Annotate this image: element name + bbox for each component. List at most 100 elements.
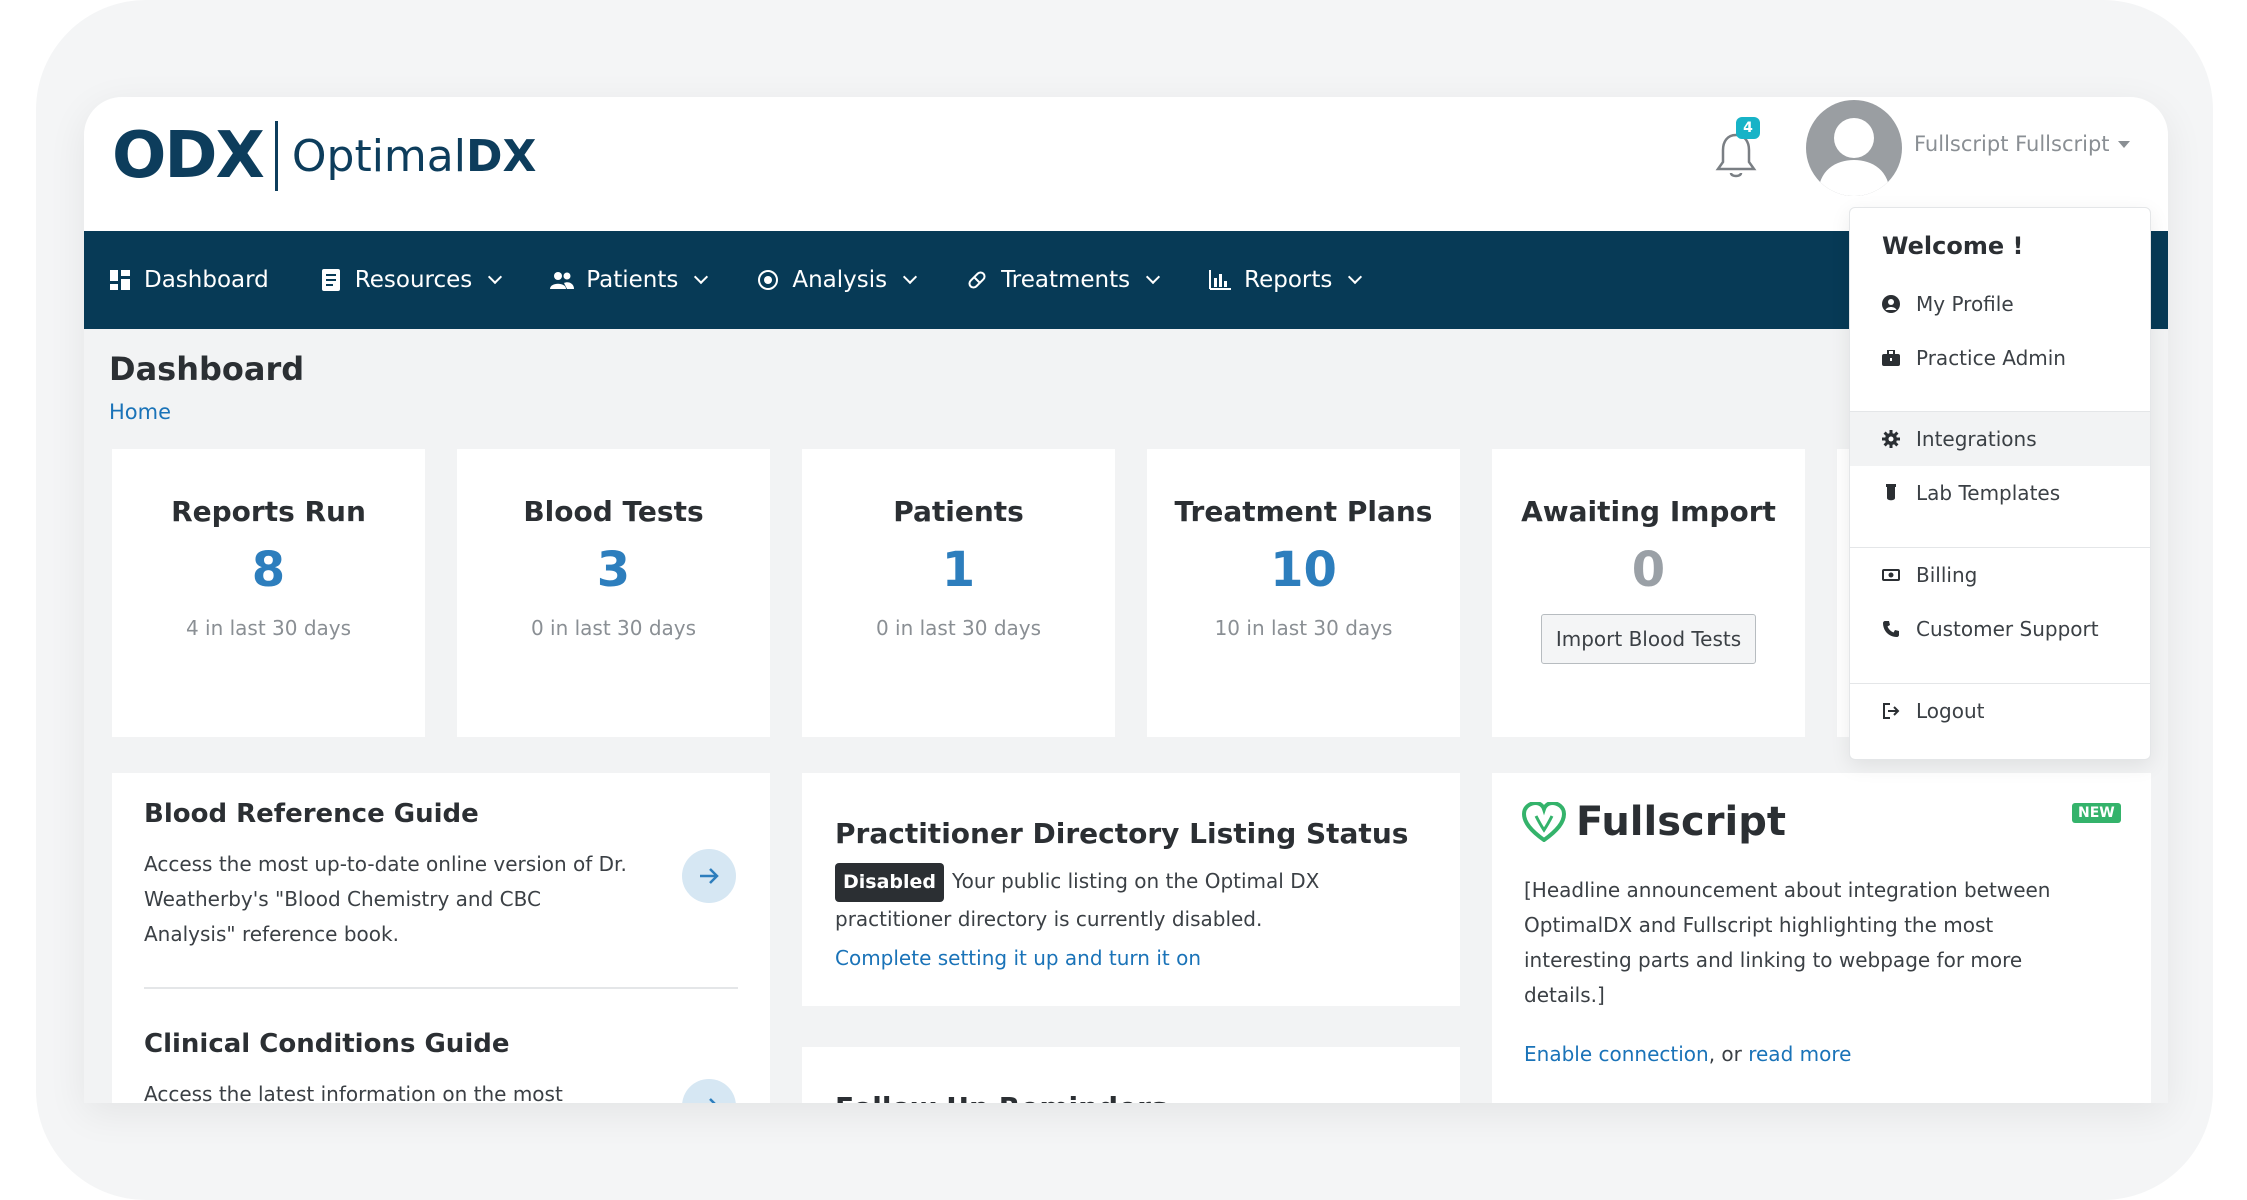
directory-title: Practitioner Directory Listing Status (835, 817, 1409, 850)
menu-item-label: Lab Templates (1916, 481, 2061, 505)
menu-item-label: Logout (1916, 699, 1985, 723)
user-menu-toggle[interactable]: Fullscript Fullscript (1914, 132, 2130, 156)
nav-label: Analysis (792, 267, 888, 293)
stat-value: 0 (1631, 542, 1666, 598)
fullscript-brand: Fullscript (1576, 799, 1786, 845)
chevron-down-icon (488, 269, 503, 285)
enable-connection-link[interactable]: Enable connection (1524, 1042, 1709, 1066)
fullscript-actions: Enable connection, or read more (1524, 1037, 1851, 1072)
chevron-down-icon (903, 269, 918, 285)
stat-subtext: 4 in last 30 days (185, 616, 352, 640)
directory-status-card: Practitioner Directory Listing Status Di… (802, 773, 1460, 1006)
stat-value: 1 (941, 542, 976, 598)
directory-link-text[interactable]: Complete setting it up and turn it on (835, 946, 1201, 970)
fullscript-card: Fullscript NEW [Headline announcement ab… (1492, 773, 2151, 1103)
app-window: ODX OptimalDX 4 Fullscript Fullscript Da… (84, 97, 2168, 1103)
arrow-right-icon (700, 868, 719, 884)
menu-item-billing[interactable]: Billing (1850, 548, 2150, 602)
blood-guide-arrow-button[interactable] (682, 849, 736, 903)
blood-guide-line: Access the most up-to-date online versio… (144, 852, 627, 876)
gear-icon (1882, 430, 1900, 448)
nav-reports[interactable]: Reports (1208, 267, 1363, 293)
import-blood-tests-button[interactable]: Import Blood Tests (1540, 614, 1757, 664)
blood-guide-line: Analysis" reference book. (144, 922, 399, 946)
caret-down-icon (2117, 140, 2130, 148)
announcement-line: [Headline announcement about integration… (1524, 878, 2051, 902)
logo-mark: ODX (112, 119, 265, 193)
briefcase-icon (1882, 349, 1900, 367)
menu-item-label: Customer Support (1916, 617, 2099, 641)
users-icon (550, 268, 575, 292)
menu-item-customer-support[interactable]: Customer Support (1850, 602, 2150, 656)
logo[interactable]: ODX OptimalDX (112, 119, 536, 193)
phone-icon (1882, 620, 1900, 638)
logo-name-light: Optimal (291, 130, 466, 182)
stat-value: 10 (1270, 542, 1337, 598)
logo-divider (274, 121, 278, 191)
stat-card-reports-run: Reports Run 8 4 in last 30 days (112, 449, 425, 737)
dropdown-welcome: Welcome ! (1882, 232, 2024, 260)
nav-label: Resources (354, 267, 473, 293)
breadcrumb-home[interactable]: Home (109, 400, 171, 424)
menu-item-integrations[interactable]: Integrations (1850, 412, 2150, 466)
avatar-placeholder-icon (1818, 118, 1890, 196)
menu-item-practice-admin[interactable]: Practice Admin (1850, 331, 2150, 385)
nav-patients[interactable]: Patients (550, 267, 709, 293)
menu-item-label: Billing (1916, 563, 1978, 587)
clinical-guide-title[interactable]: Clinical Conditions Guide (144, 1029, 509, 1059)
avatar[interactable] (1806, 100, 1902, 196)
announcement-line: OptimalDX and Fullscript highlighting th… (1524, 913, 1994, 937)
notification-badge: 4 (1736, 117, 1760, 139)
nav-analysis[interactable]: Analysis (756, 267, 918, 293)
blood-guide-line: Weatherby's "Blood Chemistry and CBC (144, 887, 541, 911)
chevron-down-icon (1146, 269, 1161, 285)
stat-value: 3 (596, 542, 631, 598)
target-icon (756, 268, 780, 292)
chevron-down-icon (694, 269, 709, 285)
clinical-guide-description: Access the latest information on the mos… (144, 1082, 563, 1103)
stat-subtext: 0 in last 30 days (530, 616, 697, 640)
stat-subtext: 10 in last 30 days (1214, 616, 1393, 640)
user-dropdown-menu: Welcome ! My Profile Practice Admin Inte… (1849, 207, 2151, 760)
nav-resources[interactable]: Resources (319, 267, 503, 293)
status-badge: Disabled (835, 863, 945, 902)
clinical-guide-arrow-button[interactable] (682, 1079, 736, 1103)
stat-subtext: 0 in last 30 days (875, 616, 1042, 640)
chevron-down-icon (1348, 269, 1363, 285)
leaf-heart-icon (1522, 802, 1566, 842)
menu-item-logout[interactable]: Logout (1850, 684, 2150, 738)
fullscript-announcement: [Headline announcement about integration… (1524, 873, 2124, 1013)
nav-dashboard[interactable]: Dashboard (108, 267, 269, 293)
directory-line: Your public listing on the Optimal DX (952, 869, 1320, 893)
book-icon (319, 268, 343, 292)
announcement-line: details.] (1524, 983, 1605, 1007)
menu-item-label: Integrations (1916, 427, 2037, 451)
guide-divider (144, 987, 738, 989)
stat-card-patients: Patients 1 0 in last 30 days (802, 449, 1115, 737)
new-badge: NEW (2072, 803, 2121, 823)
directory-setup-link[interactable]: Complete setting it up and turn it on (835, 941, 1201, 976)
logo-name: OptimalDX (292, 131, 537, 182)
menu-item-lab-templates[interactable]: Lab Templates (1850, 466, 2150, 520)
directory-line: practitioner directory is currently disa… (835, 907, 1263, 931)
stat-card-blood-tests: Blood Tests 3 0 in last 30 days (457, 449, 770, 737)
bar-chart-icon (1208, 268, 1232, 292)
nav-treatments[interactable]: Treatments (965, 267, 1161, 293)
menu-item-my-profile[interactable]: My Profile (1850, 277, 2150, 331)
pill-icon (965, 268, 989, 292)
blood-guide-title[interactable]: Blood Reference Guide (144, 799, 479, 829)
stat-title: Reports Run (171, 495, 366, 528)
test-tube-icon (1882, 484, 1900, 502)
follow-up-card: Follow Up Reminders (802, 1047, 1460, 1103)
stat-title: Treatment Plans (1174, 495, 1433, 528)
actions-separator: , or (1708, 1042, 1749, 1066)
read-more-link[interactable]: read more (1748, 1042, 1851, 1066)
stat-card-awaiting-import: Awaiting Import 0 Import Blood Tests (1492, 449, 1805, 737)
nav-label: Treatments (1001, 267, 1131, 293)
user-name: Fullscript Fullscript (1914, 132, 2110, 156)
user-circle-icon (1882, 295, 1900, 313)
nav-label: Patients (586, 267, 679, 293)
money-icon (1882, 566, 1900, 584)
stat-title: Awaiting Import (1521, 495, 1776, 528)
directory-description: Disabled Your public listing on the Optim… (835, 863, 1435, 937)
